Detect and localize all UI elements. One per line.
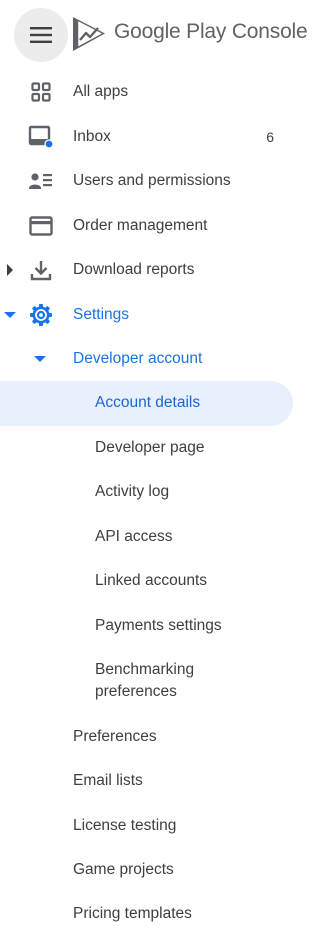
nav-preferences[interactable]: Preferences	[0, 715, 310, 759]
nav-email-lists[interactable]: Email lists	[0, 759, 310, 803]
nav-label-line-2: preferences	[95, 683, 177, 700]
gear-icon	[28, 303, 54, 327]
download-icon	[28, 258, 54, 282]
nav-label: Developer page	[95, 439, 205, 456]
brand-name: Google Play	[114, 20, 227, 43]
expand-caret-right-icon[interactable]	[4, 248, 16, 292]
nav-developer-page[interactable]: Developer page	[0, 426, 310, 470]
users-list-icon	[28, 169, 54, 193]
nav-label: Inbox	[73, 128, 111, 145]
nav-order-management[interactable]: Order management	[0, 204, 310, 248]
nav-label: License testing	[73, 817, 177, 834]
nav-label-line-1: Benchmarking	[95, 661, 195, 678]
nav-all-apps[interactable]: All apps	[0, 70, 310, 114]
nav-label: All apps	[73, 83, 129, 100]
nav-label: API access	[95, 528, 173, 545]
nav-payments-settings[interactable]: Payments settings	[0, 604, 310, 648]
nav-label: Linked accounts	[95, 572, 208, 589]
product-name: Console	[231, 20, 308, 43]
nav-users-and-permissions[interactable]: Users and permissions	[0, 159, 310, 203]
grid-icon	[28, 80, 54, 104]
expand-caret-down-icon[interactable]	[34, 337, 46, 381]
expand-caret-down-icon[interactable]	[4, 293, 16, 337]
nav-label: Pricing templates	[73, 905, 192, 922]
nav-label: Payments settings	[95, 617, 222, 634]
nav-label: Settings	[73, 306, 130, 323]
nav-activity-log[interactable]: Activity log	[0, 470, 310, 514]
nav-inbox[interactable]: Inbox 6	[0, 115, 310, 159]
nav-label: Preferences	[73, 728, 157, 745]
inbox-icon	[28, 125, 54, 149]
nav-linked-accounts[interactable]: Linked accounts	[0, 559, 310, 603]
nav-label: Account details	[95, 394, 201, 411]
credit-card-icon	[28, 214, 54, 238]
main-menu-button[interactable]	[14, 8, 68, 62]
nav-license-testing[interactable]: License testing	[0, 804, 310, 848]
nav-pricing-templates[interactable]: Pricing templates	[0, 892, 310, 936]
nav-benchmarking-preferences[interactable]: Benchmarking preferences	[0, 656, 310, 706]
nav-download-reports[interactable]: Download reports	[0, 248, 310, 292]
nav-game-projects[interactable]: Game projects	[0, 848, 310, 892]
play-console-logo-icon	[72, 16, 106, 52]
inbox-count-badge: 6	[266, 129, 274, 145]
nav-label: Order management	[73, 217, 208, 234]
nav-settings[interactable]: Settings	[0, 293, 310, 337]
nav-developer-account[interactable]: Developer account	[0, 337, 310, 381]
hamburger-menu-icon	[30, 27, 52, 43]
nav-label: Developer account	[73, 350, 203, 367]
nav-label: Activity log	[95, 483, 170, 500]
app-header: Google Play Console	[0, 0, 310, 72]
nav-label: Game projects	[73, 861, 174, 878]
nav-account-details[interactable]: Account details	[0, 381, 310, 425]
nav-label: Users and permissions	[73, 172, 231, 189]
nav-label: Email lists	[73, 772, 143, 789]
app-title[interactable]: Google Play Console	[114, 20, 308, 44]
nav-label: Download reports	[73, 261, 195, 278]
nav-api-access[interactable]: API access	[0, 515, 310, 559]
